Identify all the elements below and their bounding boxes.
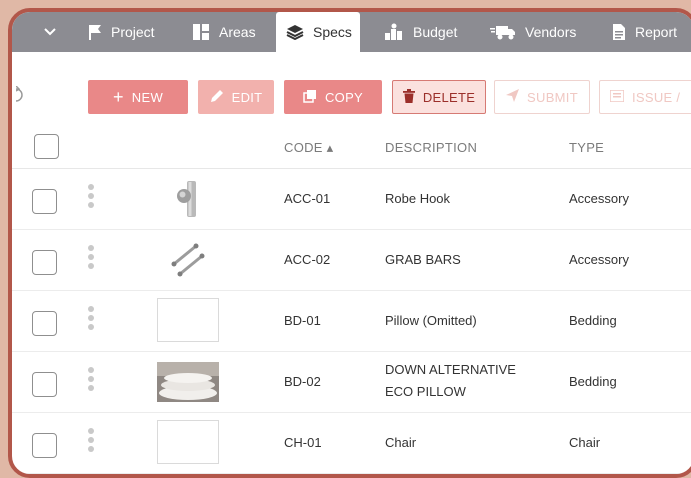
budget-icon xyxy=(384,23,404,41)
drag-handle-icon[interactable] xyxy=(88,184,96,211)
select-all-checkbox[interactable] xyxy=(34,134,59,159)
tab-report[interactable]: Report xyxy=(612,12,677,52)
row-code: CH-01 xyxy=(284,435,322,450)
pillows-image xyxy=(157,362,219,402)
plus-icon: + xyxy=(112,87,124,107)
new-button-label: NEW xyxy=(131,89,164,105)
tab-areas[interactable]: Areas xyxy=(192,12,256,52)
empty-thumbnail xyxy=(157,420,219,464)
copy-icon xyxy=(303,89,317,106)
pencil-icon xyxy=(210,89,224,106)
submit-button[interactable]: SUBMIT xyxy=(494,80,590,114)
row-code: ACC-01 xyxy=(284,191,331,206)
row-checkbox[interactable] xyxy=(32,311,57,336)
delete-button-label: DELETE xyxy=(422,89,476,105)
issue-button-label: ISSUE / xyxy=(632,89,681,105)
flag-icon xyxy=(88,24,102,40)
issue-button[interactable]: ISSUE / xyxy=(599,80,691,114)
tab-specs[interactable]: Specs xyxy=(276,12,360,52)
copy-button-label: COPY xyxy=(324,89,364,105)
row-description: GRAB BARS xyxy=(385,252,461,267)
new-button[interactable]: + NEW xyxy=(88,80,188,114)
drag-handle-icon[interactable] xyxy=(88,367,96,394)
app-frame: Project Areas Specs Budget Vendors Repor… xyxy=(8,8,691,478)
layers-icon xyxy=(286,24,304,40)
row-checkbox[interactable] xyxy=(32,189,57,214)
column-header-description[interactable]: DESCRIPTION xyxy=(385,140,477,155)
send-icon xyxy=(506,89,520,105)
copy-button[interactable]: COPY xyxy=(284,80,382,114)
table-row[interactable]: BD-01 Pillow (Omitted) Bedding xyxy=(12,291,691,352)
row-code: ACC-02 xyxy=(284,252,331,267)
tab-specs-label: Specs xyxy=(313,24,352,40)
tab-areas-label: Areas xyxy=(219,24,256,40)
row-type: Bedding xyxy=(569,374,617,389)
row-description: Robe Hook xyxy=(385,191,451,206)
table-header: CODE ▴ DESCRIPTION TYPE xyxy=(12,126,691,169)
edit-button-label: EDIT xyxy=(231,89,263,105)
collapse-menu-button[interactable] xyxy=(44,12,56,52)
row-type: Accessory xyxy=(569,191,629,206)
row-code: BD-02 xyxy=(284,374,321,389)
row-type: Chair xyxy=(569,435,601,450)
column-header-type[interactable]: TYPE xyxy=(569,140,604,155)
drag-handle-icon[interactable] xyxy=(88,306,96,333)
table-row[interactable]: ACC-02 GRAB BARS Accessory xyxy=(12,230,691,291)
grab-bars-image xyxy=(157,240,219,280)
refresh-icon[interactable] xyxy=(15,85,26,109)
tab-budget[interactable]: Budget xyxy=(384,12,457,52)
row-checkbox[interactable] xyxy=(32,372,57,397)
tab-vendors-label: Vendors xyxy=(525,24,577,40)
robe-hook-image xyxy=(157,179,219,219)
edit-button[interactable]: EDIT xyxy=(198,80,274,114)
row-type: Accessory xyxy=(569,252,629,267)
row-checkbox[interactable] xyxy=(32,250,57,275)
column-header-code[interactable]: CODE ▴ xyxy=(284,140,334,156)
row-description: Chair xyxy=(385,435,417,450)
chevron-down-icon xyxy=(44,28,56,36)
top-nav: Project Areas Specs Budget Vendors Repor… xyxy=(12,12,691,52)
drag-handle-icon[interactable] xyxy=(88,245,96,272)
trash-icon xyxy=(402,88,415,106)
drag-handle-icon[interactable] xyxy=(88,428,96,455)
tab-budget-label: Budget xyxy=(413,24,458,40)
row-description: Pillow (Omitted) xyxy=(385,313,477,328)
tab-project[interactable]: Project xyxy=(88,12,155,52)
areas-icon xyxy=(192,23,210,41)
tab-vendors[interactable]: Vendors xyxy=(490,12,576,52)
tab-project-label: Project xyxy=(111,24,155,40)
table-row[interactable]: CH-01 Chair Chair xyxy=(12,413,691,474)
row-type: Bedding xyxy=(569,313,617,328)
document-icon xyxy=(612,23,626,41)
delete-button[interactable]: DELETE xyxy=(392,80,486,114)
truck-icon xyxy=(490,24,516,40)
empty-thumbnail xyxy=(157,298,219,342)
toolbar: + NEW EDIT COPY DELETE SUBMIT ISSUE / xyxy=(12,52,691,122)
row-description: DOWN ALTERNATIVE ECO PILLOW xyxy=(385,362,516,399)
row-code: BD-01 xyxy=(284,313,321,328)
issue-icon xyxy=(609,88,625,105)
table-row[interactable]: ACC-01 Robe Hook Accessory xyxy=(12,169,691,230)
tab-report-label: Report xyxy=(635,24,678,40)
row-checkbox[interactable] xyxy=(32,433,57,458)
table-row[interactable]: BD-02 DOWN ALTERNATIVE ECO PILLOW Beddin… xyxy=(12,352,691,413)
submit-button-label: SUBMIT xyxy=(527,89,578,105)
